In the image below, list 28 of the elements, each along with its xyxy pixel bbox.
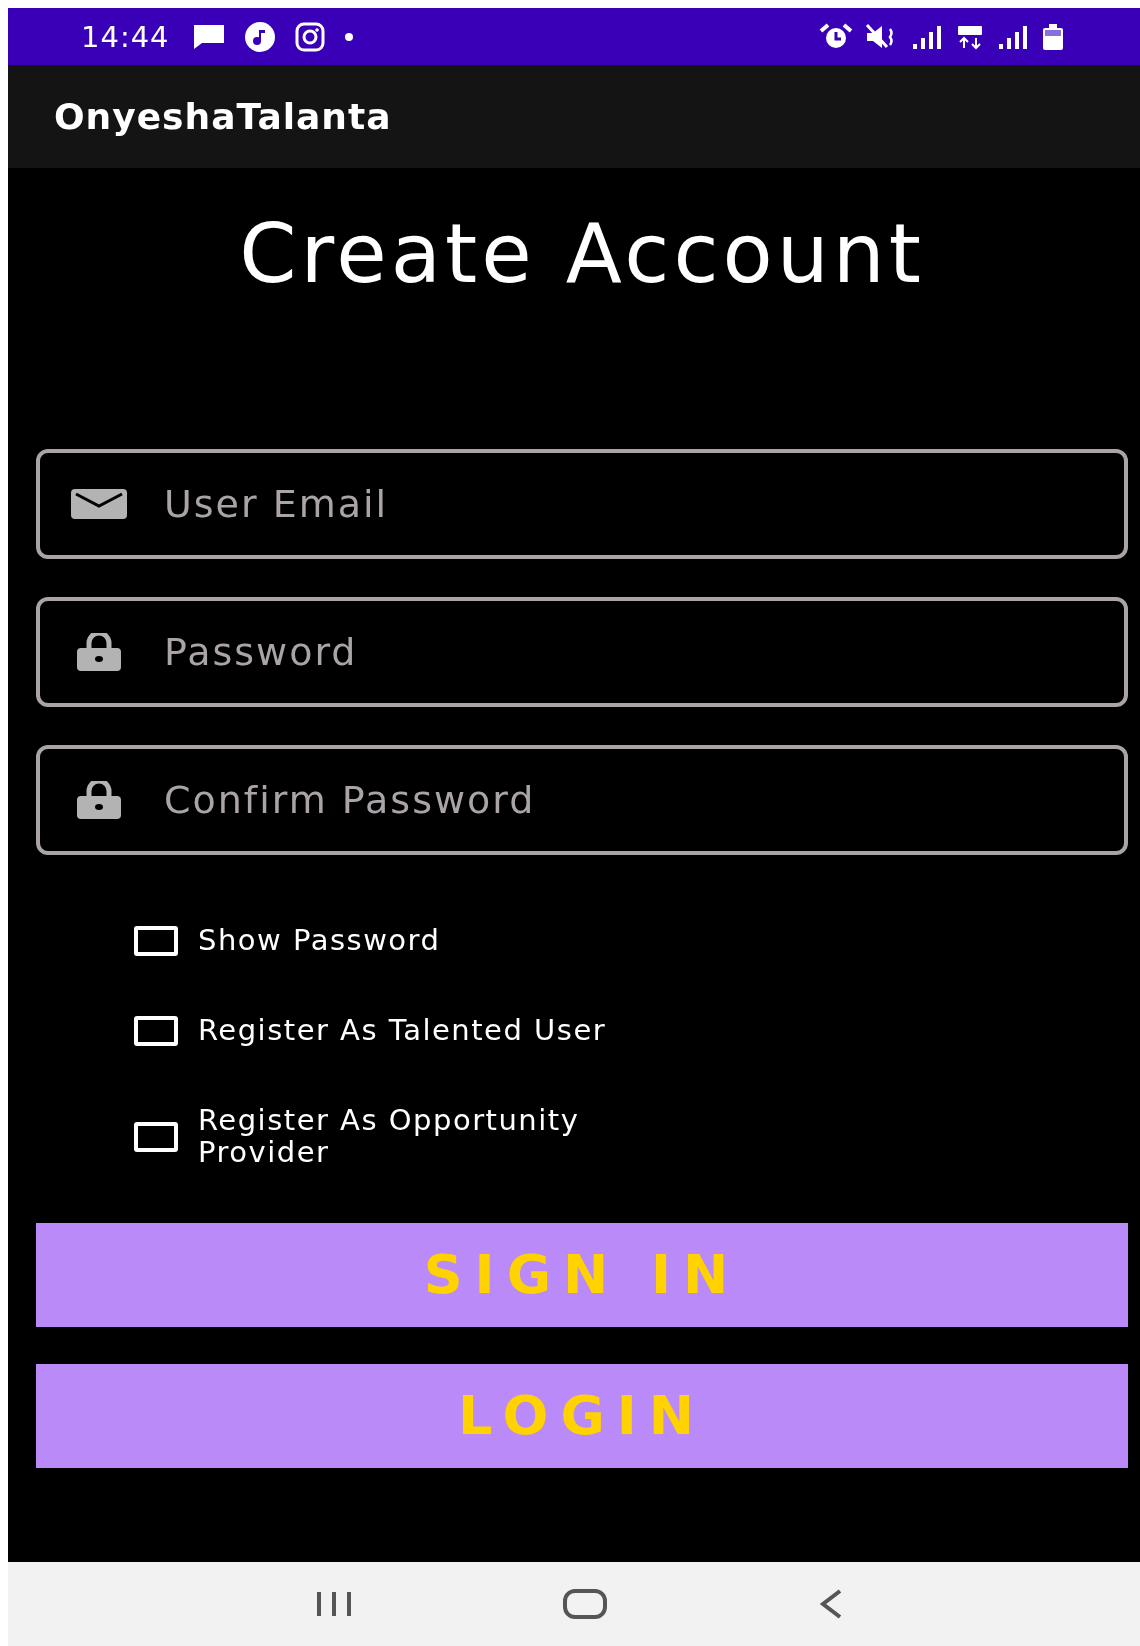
text-input[interactable]: Password [162,629,1124,675]
envelope-icon [70,488,128,520]
checkbox-option[interactable]: Register As Opportunity Provider [134,1104,1128,1169]
text-input[interactable]: Confirm Password [162,777,1124,823]
signal-icon [997,23,1029,50]
battery-icon [1041,22,1065,51]
checkbox[interactable] [134,1015,178,1046]
checkbox[interactable] [134,925,178,956]
recent-apps-icon[interactable] [314,1590,354,1618]
checkbox-option[interactable]: Show Password [134,925,1128,957]
checkbox-option[interactable]: Register As Talented User [134,1014,1128,1047]
message-icon [191,22,226,51]
alarm-icon [819,22,853,51]
page-heading: Create Account [238,206,926,301]
status-time: 14:44 [81,19,170,54]
app-title: OnyeshaTalanta [54,96,392,137]
signal-icon [911,23,943,50]
home-icon[interactable] [562,1588,608,1620]
camera-icon [293,20,326,53]
text-input[interactable]: User Email [162,481,1124,527]
input-field[interactable]: Password [36,597,1128,707]
music-note-icon [243,20,276,53]
dot-icon [343,31,354,42]
lock-icon [76,781,122,819]
lock-icon [76,633,122,671]
input-field[interactable]: User Email [36,449,1128,559]
checkbox[interactable] [134,1121,178,1152]
input-field[interactable]: Confirm Password [36,745,1128,855]
